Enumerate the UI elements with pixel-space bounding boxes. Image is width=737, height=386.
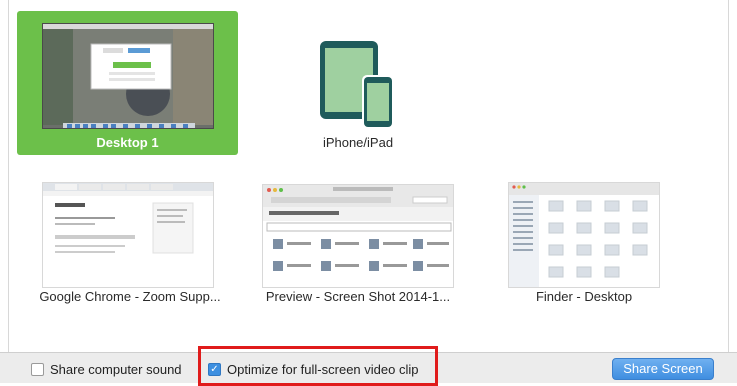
share-screen-button[interactable]: Share Screen: [612, 358, 714, 380]
tile-label-desktop-1: Desktop 1: [96, 135, 159, 150]
tile-label-preview: Preview - Screen Shot 2014-1...: [265, 289, 451, 304]
share-sound-label: Share computer sound: [50, 362, 182, 377]
iphone-ipad-icon: [320, 41, 394, 129]
tile-preview[interactable]: Preview - Screen Shot 2014-1...: [252, 170, 464, 310]
tile-finder[interactable]: Finder - Desktop: [484, 170, 684, 310]
desktop-preview-image: [43, 24, 213, 128]
tile-label-iphone-ipad: iPhone/iPad: [322, 135, 394, 150]
tile-iphone-ipad[interactable]: iPhone/iPad: [258, 11, 458, 155]
tile-google-chrome[interactable]: Google Chrome - Zoom Supp...: [20, 170, 240, 310]
share-sound-option[interactable]: Share computer sound: [31, 362, 182, 377]
desktop-thumbnail: [42, 23, 214, 129]
window-border-left: [8, 0, 9, 352]
finder-preview-image: [509, 183, 659, 287]
highlight-box: [198, 346, 438, 386]
chrome-preview-image: [43, 183, 213, 254]
preview-preview-image: [263, 185, 453, 271]
tile-label-finder: Finder - Desktop: [535, 289, 633, 304]
finder-window-thumbnail: [508, 182, 660, 288]
preview-window-thumbnail: [262, 184, 454, 288]
chrome-window-thumbnail: [42, 182, 214, 288]
tile-label-google-chrome: Google Chrome - Zoom Supp...: [39, 289, 221, 304]
window-border-right: [728, 0, 729, 352]
tile-desktop-1[interactable]: Desktop 1: [17, 11, 238, 155]
share-sound-checkbox[interactable]: [31, 363, 44, 376]
